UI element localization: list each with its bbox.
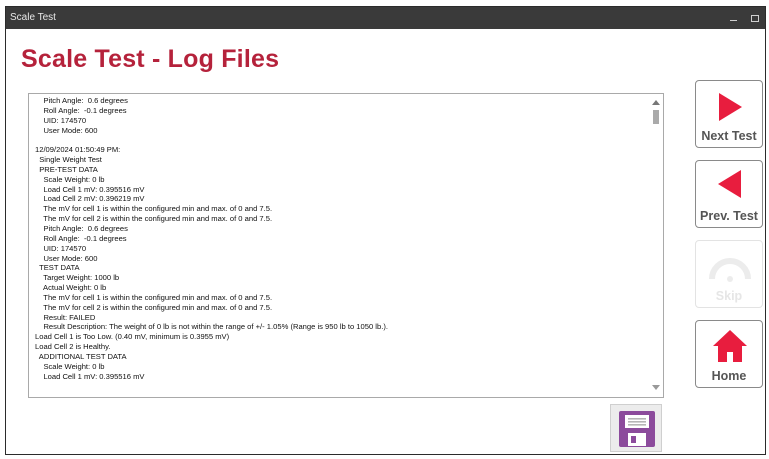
next-test-label: Next Test (701, 129, 757, 143)
title-bar: Scale Test (6, 7, 765, 29)
page-title: Scale Test - Log Files (21, 45, 280, 73)
skip-label: Skip (715, 289, 743, 303)
prev-test-button[interactable]: Prev. Test (695, 160, 763, 228)
window-controls (730, 7, 759, 29)
home-icon (713, 330, 747, 362)
prev-test-label: Prev. Test (700, 209, 758, 223)
save-button[interactable] (610, 404, 662, 452)
home-button[interactable]: Home (695, 320, 763, 388)
minimize-icon[interactable] (730, 19, 737, 21)
window-title: Scale Test (10, 12, 56, 23)
log-scrollbar[interactable] (649, 94, 663, 397)
app-window: Scale Test Scale Test - Log Files Pitch … (5, 6, 766, 455)
maximize-icon[interactable] (751, 14, 759, 22)
log-content: Pitch Angle: 0.6 degrees Roll Angle: -0.… (35, 96, 388, 381)
log-text-area[interactable]: Pitch Angle: 0.6 degrees Roll Angle: -0.… (28, 93, 664, 398)
next-test-button[interactable]: Next Test (695, 80, 763, 148)
play-right-icon (719, 93, 742, 121)
floppy-disk-icon (619, 411, 655, 447)
home-label: Home (711, 369, 747, 383)
skip-button[interactable]: Skip (695, 240, 763, 308)
scroll-down-arrow-icon[interactable] (652, 385, 660, 390)
scroll-up-arrow-icon[interactable] (652, 100, 660, 105)
play-left-icon (718, 170, 741, 198)
gauge-icon (709, 258, 751, 282)
scroll-thumb[interactable] (653, 110, 659, 124)
